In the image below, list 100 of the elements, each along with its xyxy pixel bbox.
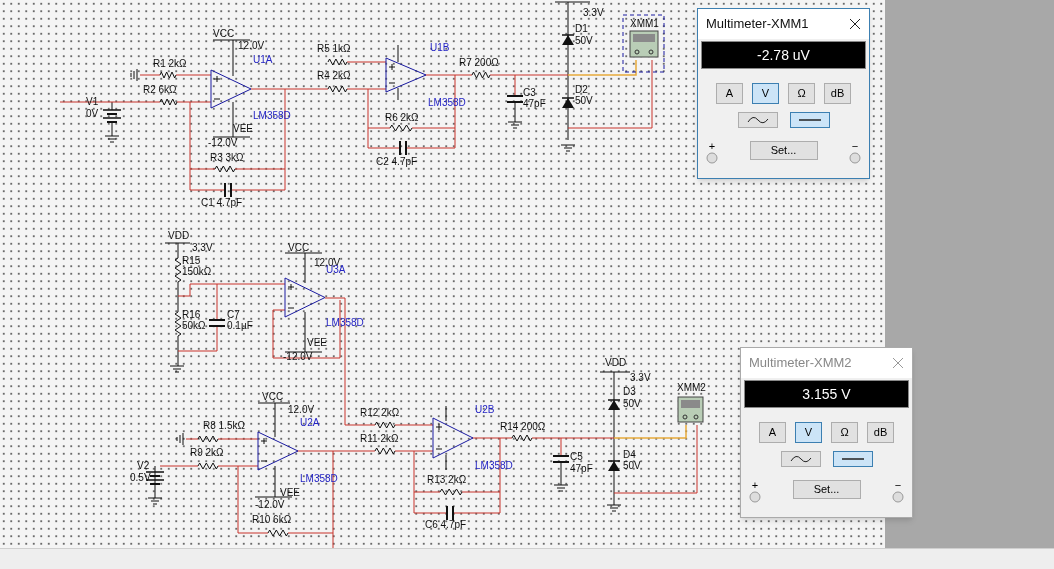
resistor-symbol [374,447,396,455]
op-amp-symbol [210,69,252,109]
resistor-symbol [159,98,178,106]
resistor-symbol [511,434,533,442]
terminal-label: − [851,140,859,152]
terminal-icon[interactable] [749,491,761,503]
component-label: V2 [137,460,150,471]
set-button[interactable]: Set... [792,480,861,499]
multimeter-icon[interactable] [677,396,704,423]
resistor-symbol [197,462,219,470]
component-label: C7 [227,309,240,320]
component-label: D1 [575,23,588,34]
diode-symbol [561,34,575,45]
component-label: 50V [575,35,593,46]
component-label: VCC [288,242,310,253]
component-label: R3 3kΩ [210,152,244,163]
component-label: 50V [575,95,593,106]
component-label: 50V [623,460,641,471]
part-label: U2A [300,417,320,428]
component-label: 3.3V [630,372,651,383]
mode-button[interactable]: Ω [831,422,858,443]
ground-symbol [176,432,184,446]
component-label: C3 [523,87,536,98]
capacitor-symbol [552,455,570,463]
op-amp-symbol [385,57,427,93]
signal-button[interactable] [737,112,778,128]
component-label: VEE [307,337,327,348]
component-label: -12.0V [208,137,238,148]
component-label: VCC [213,28,235,39]
part-label: LM358D [428,97,466,108]
mode-button[interactable]: V [752,83,779,104]
terminal-icon[interactable] [849,152,861,164]
ground-symbol [507,121,523,129]
reading-display: 3.155 V [744,380,909,408]
terminal-icon[interactable] [892,491,904,503]
terminal-icon[interactable] [706,152,718,164]
signal-button[interactable] [780,451,821,467]
resistor-symbol [327,58,348,66]
mode-button[interactable]: A [759,422,786,443]
op-amp-symbol [257,431,299,471]
part-label: U1A [253,54,273,65]
sine-wave-icon [789,455,812,463]
mode-button[interactable]: A [716,83,743,104]
mode-button[interactable]: V [795,422,822,443]
component-label: D2 [575,84,588,95]
component-label: R14 200Ω [500,421,546,432]
component-label: R4 2kΩ [317,70,351,81]
sine-wave-icon [746,116,769,124]
signal-button[interactable] [832,451,873,467]
component-label: C6 4.7pF [425,519,467,530]
resistor-symbol [471,71,491,79]
ground-symbol [147,497,163,505]
component-label: R10 6kΩ [252,514,292,525]
diode-symbol [607,460,621,471]
capacitor-symbol [506,95,524,103]
resistor-symbol [374,421,396,429]
component-label: R8 1.5kΩ [203,420,245,431]
component-label: C5 [570,451,583,462]
component-label: R5 1kΩ [317,43,351,54]
component-label: R2 6kΩ [143,84,177,95]
mode-button[interactable]: dB [824,83,851,104]
component-label: VDD [605,357,627,368]
component-label: VEE [280,487,300,498]
component-label: 3.3V [192,242,213,253]
ground-symbol [104,135,120,143]
set-button[interactable]: Set... [749,141,818,160]
op-amp-symbol [432,417,474,459]
component-label: XMM1 [630,18,659,29]
component-label: C1 4.7pF [201,197,243,208]
component-label: D3 [623,386,636,397]
component-label: R13 2kΩ [427,474,467,485]
diode-symbol [607,399,621,410]
capacitor-symbol [208,319,226,327]
window-title: Multimeter-XMM1 [706,15,809,34]
ground-symbol [560,144,576,152]
component-label: D4 [623,449,636,460]
component-label: R6 2kΩ [385,112,419,123]
component-label: 47pF [570,463,593,474]
resistor-symbol [389,124,413,132]
component-label: -12.0V [283,351,313,362]
component-label: V1 [86,96,99,107]
part-label: U3A [326,264,346,275]
ground-symbol [169,365,185,373]
signal-button[interactable] [789,112,830,128]
part-label: LM358D [475,460,513,471]
ground-symbol [553,484,569,492]
component-label: R12 2kΩ [360,407,400,418]
component-label: 47pF [523,98,546,109]
battery-symbol [102,109,122,123]
mode-button[interactable]: Ω [788,83,815,104]
reading-display: -2.78 uV [701,41,866,69]
resistor-symbol [174,311,182,337]
capacitor-symbol [446,505,454,521]
selection-outline [622,14,665,73]
component-label: VEE [233,123,253,134]
mode-button[interactable]: dB [867,422,894,443]
op-amp-symbol [284,277,326,318]
multimeter-icon[interactable] [629,30,659,58]
component-label: XMM2 [677,382,706,393]
close-icon[interactable] [849,18,861,30]
